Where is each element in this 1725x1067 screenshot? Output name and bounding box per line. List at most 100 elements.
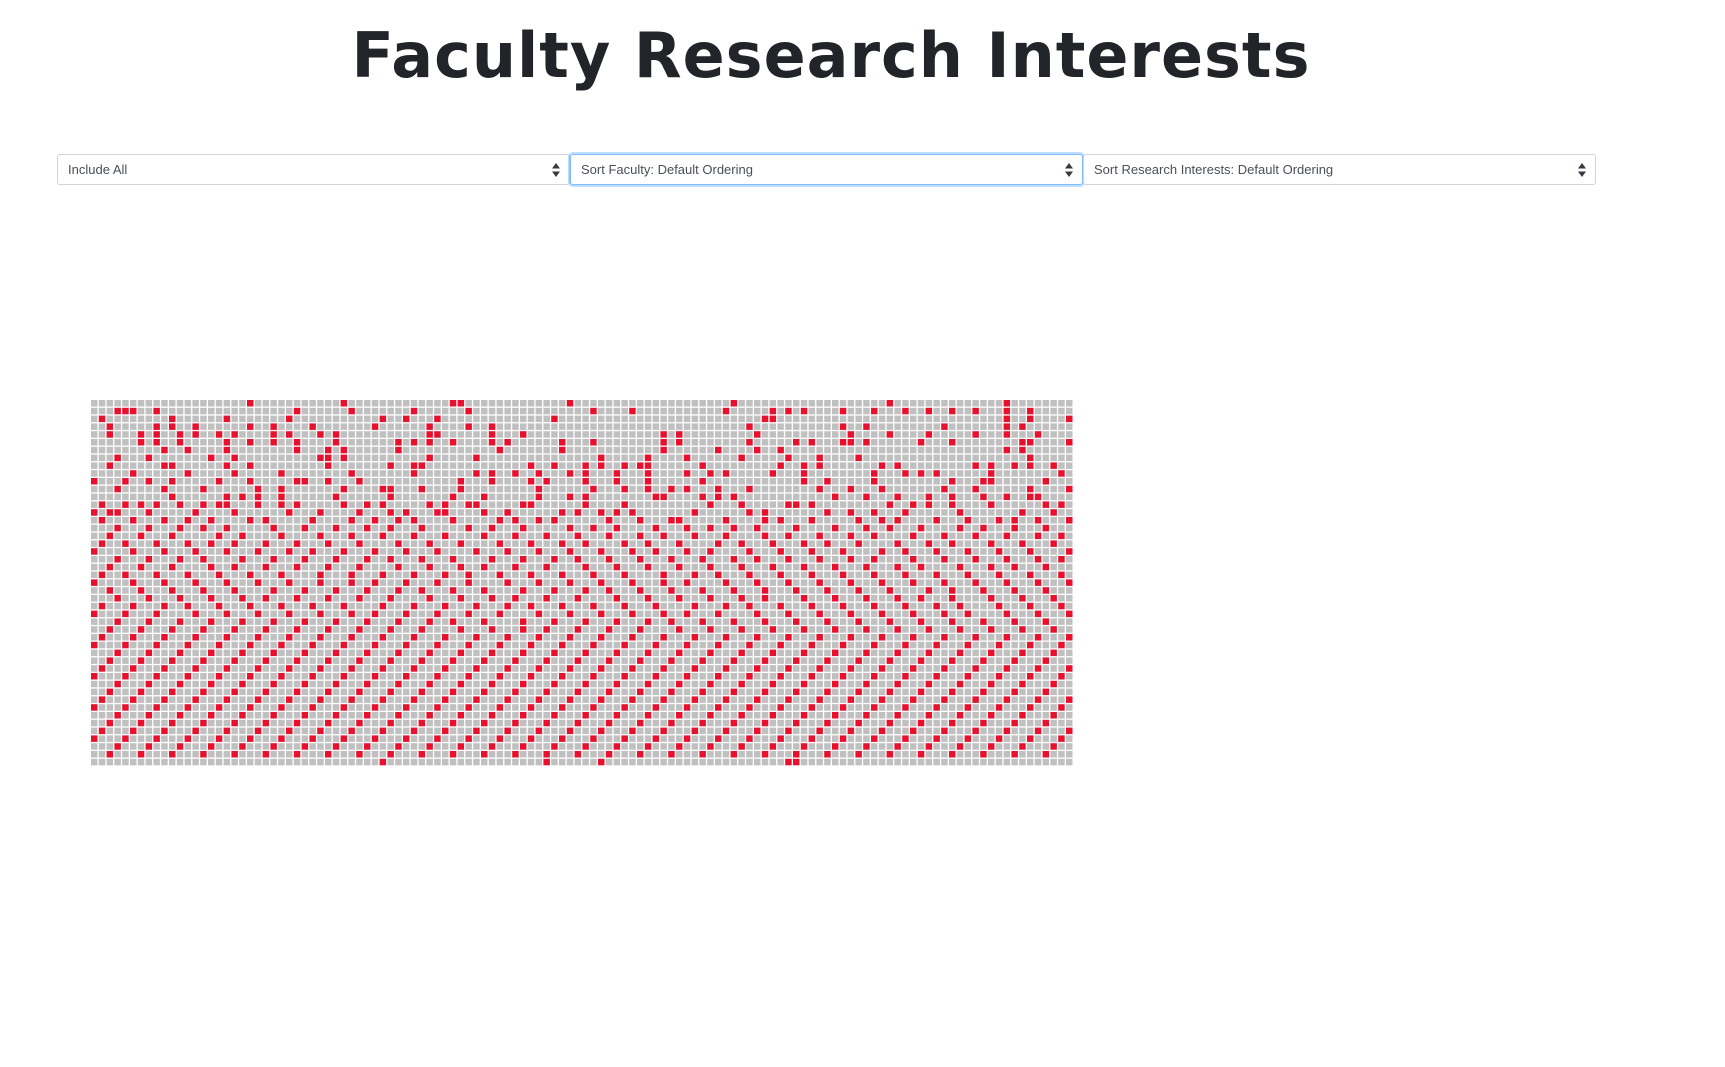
matrix-cell-empty[interactable] [348,446,355,454]
matrix-cell-empty[interactable] [504,407,511,415]
matrix-cell-interest[interactable] [364,618,371,625]
matrix-cell-empty[interactable] [722,462,730,469]
matrix-cell-empty[interactable] [278,509,285,516]
matrix-cell-empty[interactable] [902,688,909,696]
matrix-cell-empty[interactable] [730,641,738,649]
matrix-cell-interest[interactable] [364,649,371,657]
matrix-cell-empty[interactable] [886,665,894,672]
matrix-cell-empty[interactable] [886,634,894,641]
matrix-cell-interest[interactable] [566,634,574,641]
matrix-cell-empty[interactable] [574,470,582,477]
matrix-cell-empty[interactable] [933,610,940,618]
matrix-cell-empty[interactable] [247,431,254,438]
matrix-cell-empty[interactable] [262,524,270,532]
matrix-cell-empty[interactable] [894,485,901,493]
matrix-cell-empty[interactable] [208,493,215,501]
matrix-cell-empty[interactable] [340,610,348,618]
matrix-cell-empty[interactable] [785,431,792,438]
matrix-cell-empty[interactable] [449,704,457,711]
matrix-cell-empty[interactable] [473,423,480,430]
matrix-cell-empty[interactable] [559,680,566,688]
matrix-cell-empty[interactable] [340,556,348,563]
matrix-cell-empty[interactable] [652,485,660,493]
matrix-cell-empty[interactable] [293,579,301,586]
matrix-cell-empty[interactable] [481,680,488,688]
matrix-cell-empty[interactable] [980,610,987,618]
matrix-cell-interest[interactable] [1011,462,1018,469]
matrix-cell-empty[interactable] [761,485,769,493]
matrix-cell-empty[interactable] [722,485,730,493]
matrix-cell-empty[interactable] [270,532,277,540]
matrix-cell-empty[interactable] [348,431,355,438]
matrix-cell-empty[interactable] [379,509,387,516]
matrix-cell-interest[interactable] [652,548,660,555]
matrix-cell-empty[interactable] [270,548,277,555]
matrix-cell-empty[interactable] [114,532,121,540]
matrix-cell-interest[interactable] [988,680,995,688]
matrix-cell-empty[interactable] [137,423,145,430]
matrix-cell-empty[interactable] [91,556,98,563]
matrix-cell-empty[interactable] [949,649,956,657]
matrix-cell-empty[interactable] [1042,517,1050,524]
matrix-cell-empty[interactable] [137,470,145,477]
matrix-cell-empty[interactable] [356,462,363,469]
matrix-cell-empty[interactable] [348,524,355,532]
matrix-cell-empty[interactable] [629,524,636,532]
matrix-cell-empty[interactable] [769,423,777,430]
matrix-cell-interest[interactable] [878,462,886,469]
matrix-cell-empty[interactable] [808,610,816,618]
matrix-cell-empty[interactable] [286,524,293,532]
matrix-cell-empty[interactable] [91,407,98,415]
matrix-cell-empty[interactable] [715,649,722,657]
matrix-cell-empty[interactable] [652,587,660,594]
matrix-cell-empty[interactable] [793,540,800,547]
matrix-cell-empty[interactable] [699,439,706,446]
matrix-cell-interest[interactable] [933,517,940,524]
matrix-cell-empty[interactable] [824,602,831,610]
matrix-cell-empty[interactable] [933,501,940,508]
matrix-cell-interest[interactable] [262,595,270,602]
matrix-cell-empty[interactable] [325,493,332,501]
matrix-cell-empty[interactable] [520,407,527,415]
matrix-cell-interest[interactable] [293,407,301,415]
matrix-cell-empty[interactable] [629,454,636,462]
matrix-cell-empty[interactable] [543,587,550,594]
matrix-cell-empty[interactable] [925,415,933,423]
matrix-cell-empty[interactable] [371,454,379,462]
matrix-cell-empty[interactable] [613,423,621,430]
matrix-cell-empty[interactable] [348,485,355,493]
matrix-cell-empty[interactable] [699,673,706,680]
matrix-cell-interest[interactable] [910,579,917,586]
matrix-cell-empty[interactable] [1058,509,1065,516]
matrix-cell-empty[interactable] [309,509,316,516]
matrix-cell-empty[interactable] [917,626,925,633]
matrix-cell-interest[interactable] [527,704,535,711]
matrix-cell-interest[interactable] [410,517,418,524]
matrix-cell-interest[interactable] [348,665,355,672]
matrix-cell-interest[interactable] [340,548,348,555]
matrix-cell-interest[interactable] [169,563,176,571]
matrix-cell-empty[interactable] [332,673,340,680]
matrix-cell-empty[interactable] [286,446,293,454]
matrix-cell-interest[interactable] [707,470,714,477]
matrix-cell-empty[interactable] [325,431,332,438]
matrix-cell-empty[interactable] [715,478,722,485]
matrix-cell-empty[interactable] [442,431,449,438]
matrix-cell-empty[interactable] [925,579,933,586]
matrix-cell-empty[interactable] [637,696,644,703]
matrix-cell-empty[interactable] [418,563,426,571]
matrix-cell-empty[interactable] [699,595,706,602]
matrix-cell-empty[interactable] [488,579,496,586]
matrix-cell-empty[interactable] [356,704,363,711]
matrix-cell-interest[interactable] [176,649,184,657]
matrix-cell-empty[interactable] [1058,400,1065,407]
matrix-cell-interest[interactable] [902,673,909,680]
matrix-cell-empty[interactable] [481,517,488,524]
matrix-cell-interest[interactable] [137,431,145,438]
matrix-cell-empty[interactable] [465,657,472,664]
matrix-cell-empty[interactable] [356,524,363,532]
matrix-cell-empty[interactable] [434,532,441,540]
matrix-cell-empty[interactable] [988,454,995,462]
matrix-cell-empty[interactable] [863,571,870,579]
matrix-cell-empty[interactable] [387,649,394,657]
